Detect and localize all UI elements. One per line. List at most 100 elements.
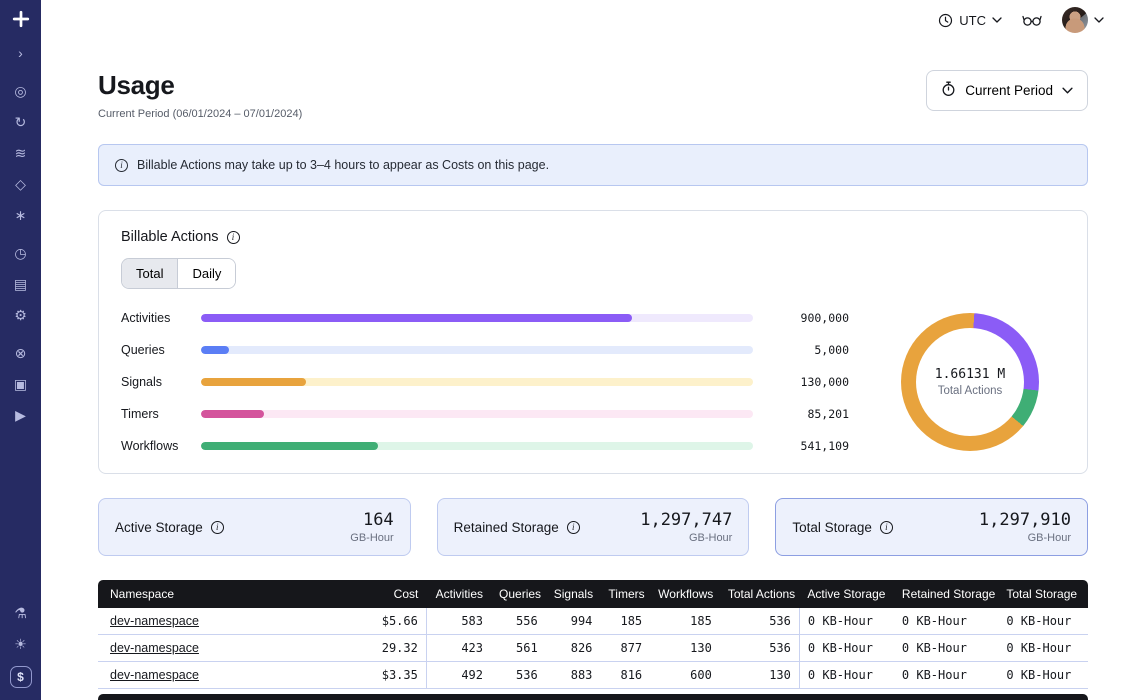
tab-daily[interactable]: Daily [177, 259, 235, 288]
bar-chart: Activities900,000Queries5,000Signals130,… [121, 311, 849, 453]
namespace-link[interactable]: dev-namespace [110, 614, 199, 628]
account-menu[interactable] [1062, 7, 1104, 33]
total-storage-card: Total Storage i 1,297,910 GB-Hour [775, 498, 1088, 556]
bar-row: Queries5,000 [121, 343, 849, 357]
page-subtitle: Current Period (06/01/2024 – 07/01/2024) [98, 108, 302, 120]
bar-label: Workflows [121, 439, 189, 453]
col-header-timers[interactable]: Timers [600, 580, 650, 608]
getting-started-icon[interactable]: ▶ [10, 406, 32, 424]
bar-label: Signals [121, 375, 189, 389]
table-cell: 492 [426, 662, 491, 689]
bar-track [201, 410, 753, 418]
billable-chart-row: Activities900,000Queries5,000Signals130,… [121, 311, 1065, 453]
table-cell: 826 [546, 635, 601, 662]
table-cell: 0 KB-Hour [998, 662, 1088, 689]
table-cell: 0 KB-Hour [998, 635, 1088, 662]
bar-label: Activities [121, 311, 189, 325]
namespace-link[interactable]: dev-namespace [110, 641, 199, 655]
retained-storage-card: Retained Storage i 1,297,747 GB-Hour [437, 498, 750, 556]
retained-storage-label: Retained Storage [454, 520, 559, 535]
namespaces-icon[interactable]: ◎ [10, 82, 32, 100]
period-selector-button[interactable]: Current Period [926, 70, 1088, 111]
billable-view-tabs: Total Daily [121, 258, 236, 289]
table-cell: 600 [650, 662, 720, 689]
timezone-selector[interactable]: UTC [938, 13, 1002, 28]
chevron-down-icon [1094, 17, 1104, 23]
credits-icon[interactable]: $ [10, 666, 32, 688]
sidebar-group: ◷ ▤ ⚙ [10, 244, 32, 324]
schedules-icon[interactable]: ↻ [10, 113, 32, 131]
namespace-link[interactable]: dev-namespace [110, 668, 199, 682]
bar-track [201, 442, 753, 450]
table-footer-partial [98, 694, 1088, 700]
deployments-icon[interactable]: ◇ [10, 175, 32, 193]
billing-icon[interactable]: ▤ [10, 275, 32, 293]
table-cell: 536 [720, 608, 800, 635]
col-header-signals[interactable]: Signals [546, 580, 601, 608]
temporal-logo-icon[interactable] [12, 10, 30, 28]
col-header-total-storage[interactable]: Total Storage [998, 580, 1088, 608]
active-storage-value: 164 [350, 510, 393, 530]
table-cell: 0 KB-Hour [998, 608, 1088, 635]
support-glasses-icon[interactable] [1022, 13, 1042, 27]
page-title-block: Usage Current Period (06/01/2024 – 07/01… [98, 70, 302, 120]
total-actions-donut: 1.66131 M Total Actions [901, 313, 1039, 451]
info-icon[interactable]: i [567, 521, 580, 534]
bar-value: 130,000 [765, 375, 849, 389]
bar-fill [201, 410, 264, 418]
active-storage-unit: GB-Hour [350, 532, 393, 544]
storage-cards-row: Active Storage i 164 GB-Hour Retained St… [98, 498, 1088, 556]
info-icon[interactable]: i [227, 231, 240, 244]
table-cell: 556 [491, 608, 546, 635]
table-cell: 883 [546, 662, 601, 689]
stat-label-row: Total Storage i [792, 520, 893, 535]
table-cell: 185 [650, 608, 720, 635]
bar-track [201, 378, 753, 386]
stat-value-block: 1,297,747 GB-Hour [640, 510, 732, 544]
page-content: Usage Current Period (06/01/2024 – 07/01… [41, 40, 1126, 700]
usage-icon[interactable]: ◷ [10, 244, 32, 262]
support-icon[interactable]: ⊗ [10, 344, 32, 362]
bar-row: Timers85,201 [121, 407, 849, 421]
col-header-queries[interactable]: Queries [491, 580, 546, 608]
docs-icon[interactable]: ▣ [10, 375, 32, 393]
bar-fill [201, 378, 306, 386]
table-cell: 0 KB-Hour [799, 608, 894, 635]
table-cell: 583 [426, 608, 491, 635]
col-header-active-storage[interactable]: Active Storage [799, 580, 894, 608]
info-icon[interactable]: i [880, 521, 893, 534]
col-header-workflows[interactable]: Workflows [650, 580, 720, 608]
batch-operations-icon[interactable]: ≋ [10, 144, 32, 162]
col-header-namespace[interactable]: Namespace [98, 580, 357, 608]
active-storage-label: Active Storage [115, 520, 203, 535]
bar-track [201, 314, 753, 322]
total-storage-label: Total Storage [792, 520, 872, 535]
sidebar-bottom-icons: ⚗ ☀ $ [10, 604, 32, 688]
info-icon[interactable]: i [211, 521, 224, 534]
stat-value-block: 1,297,910 GB-Hour [979, 510, 1071, 544]
period-button-label: Current Period [965, 83, 1053, 98]
settings-icon[interactable]: ⚙ [10, 306, 32, 324]
col-header-retained-storage[interactable]: Retained Storage [894, 580, 998, 608]
stat-label-row: Active Storage i [115, 520, 224, 535]
table-cell: 130 [650, 635, 720, 662]
billable-actions-title: Billable Actions [121, 229, 219, 245]
theme-icon[interactable]: ☀ [10, 635, 32, 653]
col-header-cost[interactable]: Cost [357, 580, 427, 608]
labs-icon[interactable]: ⚗ [10, 604, 32, 622]
nexus-icon[interactable]: ∗ [10, 206, 32, 224]
table-row: dev-namespace29.324235618268771305360 KB… [98, 635, 1088, 662]
active-storage-card: Active Storage i 164 GB-Hour [98, 498, 411, 556]
namespace-cell: dev-namespace [98, 608, 357, 635]
table-cell: 29.32 [357, 635, 427, 662]
clock-icon [938, 13, 953, 28]
col-header-total-actions[interactable]: Total Actions [720, 580, 800, 608]
tab-total[interactable]: Total [122, 259, 177, 288]
main-area: UTC [41, 0, 1126, 700]
col-header-activities[interactable]: Activities [426, 580, 491, 608]
chevron-down-icon [1062, 87, 1073, 94]
table-cell: 185 [600, 608, 650, 635]
collapse-sidebar-icon[interactable]: › [10, 44, 32, 62]
total-storage-unit: GB-Hour [979, 532, 1071, 544]
app-window: › ◎ ↻ ≋ ◇ ∗ ◷ ▤ ⚙ ⊗ ▣ ▶ ⚗ ☀ $ UTC [0, 0, 1126, 700]
